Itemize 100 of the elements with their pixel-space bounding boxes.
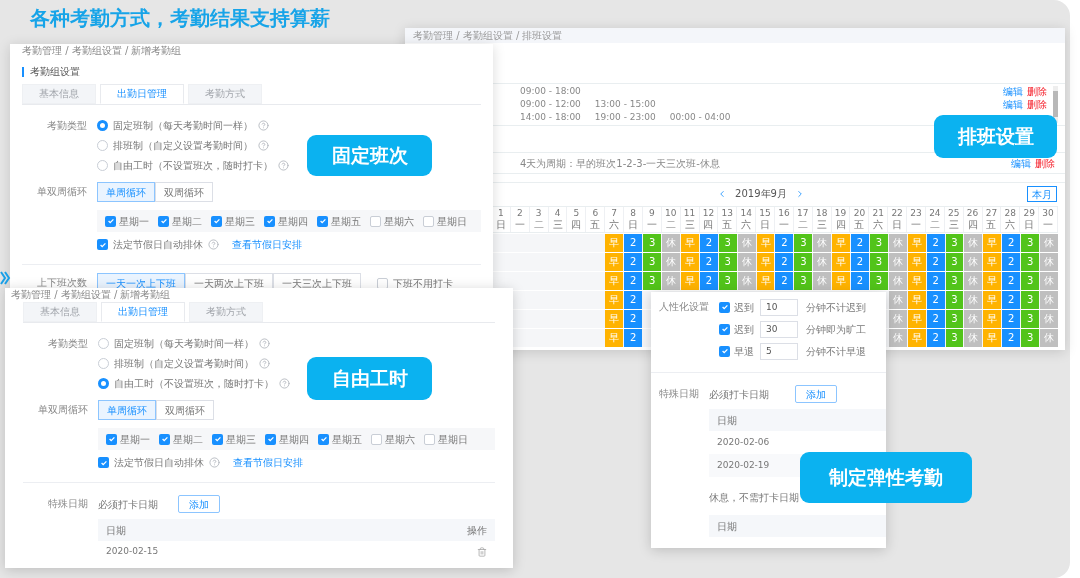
segment-button[interactable]: 双周循环 (155, 182, 213, 202)
checkbox[interactable] (211, 215, 222, 227)
checkbox[interactable] (98, 457, 109, 468)
radio-button[interactable] (98, 338, 109, 349)
checkbox[interactable] (719, 301, 730, 313)
tab[interactable]: 考勤方式 (188, 84, 262, 104)
radio-button[interactable] (98, 358, 109, 369)
day-number: 18 (815, 207, 828, 219)
weekday-label: 四 (967, 219, 978, 231)
shift-cell: 3 (794, 234, 813, 252)
tab[interactable]: 出勤日管理 (101, 302, 185, 322)
shift-cell: 休 (1040, 291, 1058, 309)
checkbox[interactable] (719, 345, 730, 357)
add-button[interactable]: 添加 (795, 385, 837, 403)
checkmark-icon (266, 435, 275, 443)
holiday-link[interactable]: 查看节假日安排 (233, 455, 303, 470)
option-label: 迟到 (734, 300, 755, 315)
option-label: 分钟即为旷工 (806, 322, 866, 337)
add-button[interactable]: 添加 (178, 495, 220, 513)
edit-link[interactable]: 编辑 (1011, 155, 1031, 171)
checkmark-icon (98, 240, 107, 249)
shift-cell: 2 (926, 253, 945, 271)
checkbox[interactable] (97, 239, 108, 250)
checkbox[interactable] (317, 215, 328, 227)
option-label: 迟到 (734, 322, 755, 337)
option-label: 排班制（自定义设置考勤时间） (114, 357, 254, 371)
shift-cell: 2 (926, 310, 945, 328)
tab[interactable]: 基本信息 (22, 84, 96, 104)
shift-cell: 早 (983, 291, 1002, 309)
holiday-link[interactable]: 查看节假日安排 (232, 237, 302, 252)
checkbox[interactable] (370, 215, 381, 227)
checkmark-icon (213, 435, 222, 443)
shift-cell: 2 (699, 253, 718, 271)
checkbox[interactable] (105, 215, 116, 227)
scrollbar[interactable] (1053, 86, 1058, 123)
tab[interactable]: 考勤方式 (189, 302, 263, 322)
radio-button[interactable] (98, 378, 109, 389)
delete-icon[interactable] (477, 547, 487, 557)
checkbox[interactable] (264, 215, 275, 227)
delete-link[interactable]: 删除 (1027, 97, 1047, 112)
breadcrumb: 考勤管理 / 考勤组设置 / 排班设置 (413, 28, 563, 43)
segment-button[interactable]: 双周循环 (156, 400, 214, 420)
day-number: 13 (721, 207, 734, 219)
shift-cell: 2 (851, 253, 869, 271)
checkbox[interactable] (158, 215, 169, 227)
checkbox[interactable] (424, 433, 435, 445)
weekday-label: 星期五 (331, 214, 361, 229)
edit-link[interactable]: 编辑 (1003, 97, 1023, 112)
shift-cell: 休 (813, 234, 832, 252)
radio-button[interactable] (97, 120, 108, 131)
delete-link[interactable]: 删除 (1035, 155, 1055, 171)
shift-cell: 3 (1021, 310, 1040, 328)
shift-cell: 休 (964, 329, 983, 347)
day-number: 3 (535, 207, 542, 219)
minutes-field[interactable]: 30 (760, 320, 798, 338)
day-number: 14 (740, 207, 752, 219)
shift-cell: 3 (1021, 291, 1040, 309)
day-number: 16 (778, 207, 790, 219)
shift-cell: 2 (624, 291, 643, 309)
checkbox[interactable] (423, 215, 434, 227)
delete-link[interactable]: 删除 (1027, 84, 1047, 99)
radio-button[interactable] (97, 140, 108, 151)
shift-cell: 休 (964, 291, 983, 309)
shift-cell: 休 (888, 234, 907, 252)
current-month-button[interactable]: 本月 (1027, 185, 1057, 202)
field-label: 考勤类型 (47, 337, 89, 351)
checkmark-icon (212, 217, 221, 225)
weekday-label: 四 (835, 219, 846, 231)
segment-button[interactable]: 单周循环 (98, 400, 156, 420)
tab[interactable]: 基本信息 (23, 302, 97, 322)
shift-cell: 3 (945, 310, 964, 328)
checkbox[interactable] (318, 433, 329, 445)
checkbox[interactable] (371, 433, 382, 445)
weekday-label: 日 (1024, 219, 1035, 231)
section-title: 考勤组设置 (30, 65, 80, 79)
segment-button[interactable]: 单周循环 (97, 182, 155, 202)
shift-cell: 早 (907, 272, 926, 290)
shift-cell: 2 (1002, 310, 1021, 328)
double-chevron-icon (0, 270, 11, 286)
shift-cell: 休 (888, 310, 907, 328)
checkmark-icon (107, 435, 116, 443)
minutes-field[interactable]: 5 (760, 342, 798, 360)
checkbox[interactable] (106, 433, 117, 445)
option-label: 下班不用打卡 (393, 276, 453, 290)
radio-button[interactable] (97, 160, 108, 171)
weekday-label: 星期四 (279, 432, 309, 447)
field-label: 考勤类型 (46, 119, 88, 133)
minutes-field[interactable]: 10 (760, 298, 798, 316)
checkbox[interactable] (265, 433, 276, 445)
shift-cell: 2 (926, 291, 945, 309)
tab[interactable]: 出勤日管理 (100, 84, 184, 104)
edit-link[interactable]: 编辑 (1003, 84, 1023, 99)
shift-cell: 早 (756, 253, 775, 271)
option-label: 分钟不计迟到 (806, 300, 866, 315)
field-label: 必须打卡日期 (98, 497, 159, 512)
shift-cell: 早 (983, 329, 1002, 347)
checkbox[interactable] (212, 433, 223, 445)
checkbox[interactable] (719, 323, 730, 335)
day-number: 9 (649, 207, 655, 219)
checkbox[interactable] (159, 433, 170, 445)
